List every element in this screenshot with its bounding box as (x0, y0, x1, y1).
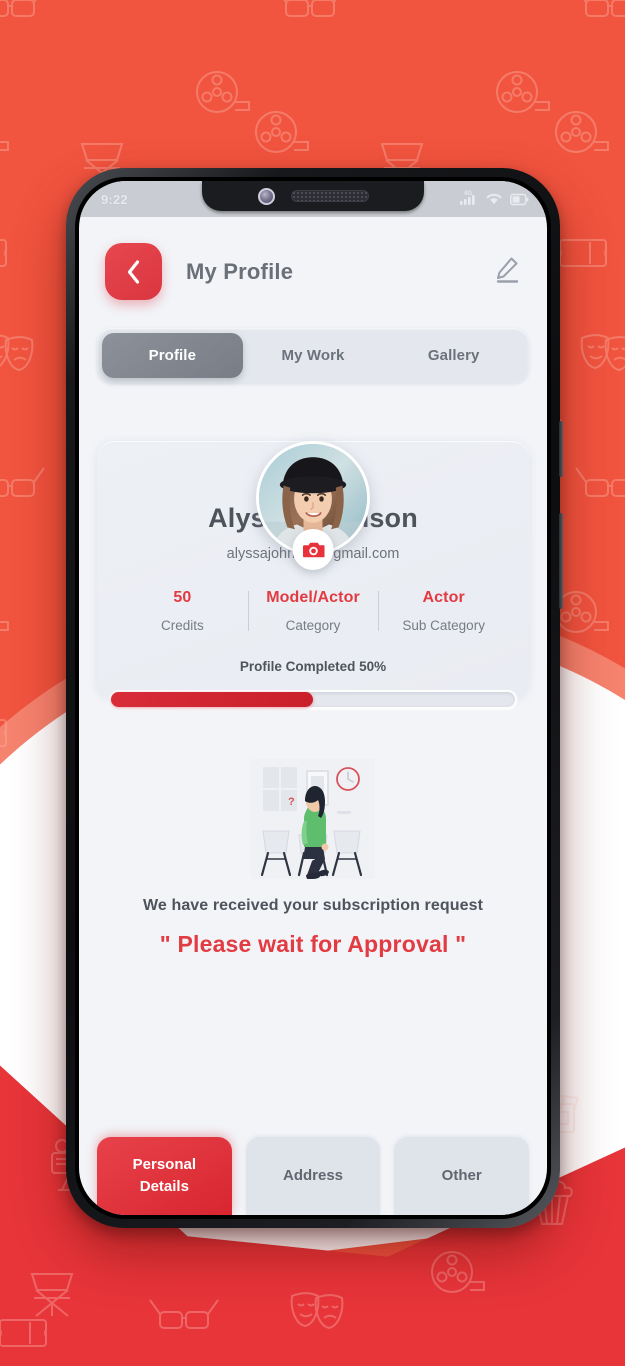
tab-gallery[interactable]: Gallery (383, 333, 524, 378)
profile-stats: 50 Credits Model/Actor Category Actor Su… (117, 589, 509, 633)
phone-device-frame: 9:22 4G My Profile Profile My Work Galle… (66, 168, 563, 1228)
stat-category: Model/Actor Category (247, 589, 379, 633)
phone-notch (202, 181, 424, 211)
app-header: My Profile (79, 217, 547, 312)
tab-my-work[interactable]: My Work (243, 333, 384, 378)
bottom-tab-personal-line2: Details (139, 1178, 189, 1195)
bottom-tab-address[interactable]: Address (245, 1137, 381, 1215)
status-bar: 9:22 4G (79, 181, 547, 217)
profile-progress-fill (111, 692, 313, 707)
power-button[interactable] (559, 421, 563, 477)
front-camera-icon (257, 187, 275, 205)
stat-credits: 50 Credits (117, 589, 248, 633)
profile-card-zone: Alyssa Johnson alyssajohnson@gmail.com 5… (79, 441, 547, 709)
approval-message: " Please wait for Approval " (159, 931, 467, 957)
bottom-section-tabs: Personal Details Address Other (79, 1137, 547, 1215)
subscription-message: We have received your subscription reque… (142, 897, 484, 914)
stat-category-value: Model/Actor (266, 589, 360, 606)
earpiece-speaker (290, 190, 369, 202)
progress-label: Profile Completed 50% (239, 659, 387, 674)
phone-screen: 9:22 4G My Profile Profile My Work Galle… (79, 181, 547, 1215)
avatar-wrapper (256, 441, 370, 570)
stat-sub-category-value: Actor (422, 589, 465, 606)
chevron-left-icon (127, 259, 140, 284)
profile-progress-bar (109, 690, 517, 709)
back-button[interactable] (105, 243, 162, 300)
stat-credits-label: Credits (160, 618, 204, 633)
stat-sub-category-label: Sub Category (402, 618, 485, 633)
change-photo-button[interactable] (292, 529, 334, 570)
pencil-icon[interactable] (494, 255, 521, 289)
bottom-tab-other-label: Other (441, 1166, 482, 1184)
profile-tabs: Profile My Work Gallery (97, 328, 529, 383)
wifi-icon (485, 191, 503, 209)
battery-icon (510, 193, 529, 209)
tab-profile[interactable]: Profile (102, 333, 243, 378)
bottom-tab-personal-details[interactable]: Personal Details (97, 1137, 232, 1215)
volume-button[interactable] (559, 513, 563, 609)
status-bar-time: 9:22 (101, 191, 128, 207)
waiting-illustration: ? (79, 759, 547, 879)
page-title: My Profile (186, 258, 294, 284)
stat-credits-value: 50 (173, 589, 192, 606)
camera-icon (302, 542, 324, 558)
bottom-tab-address-label: Address (282, 1166, 344, 1184)
svg-text:?: ? (288, 796, 295, 808)
stat-category-label: Category (285, 618, 341, 633)
svg-text:4G: 4G (464, 191, 472, 197)
stat-sub-category: Actor Sub Category (378, 589, 509, 633)
signal-icon: 4G (458, 189, 478, 209)
bottom-tab-other[interactable]: Other (394, 1137, 530, 1215)
bottom-tab-personal-line1: Personal (132, 1155, 197, 1173)
